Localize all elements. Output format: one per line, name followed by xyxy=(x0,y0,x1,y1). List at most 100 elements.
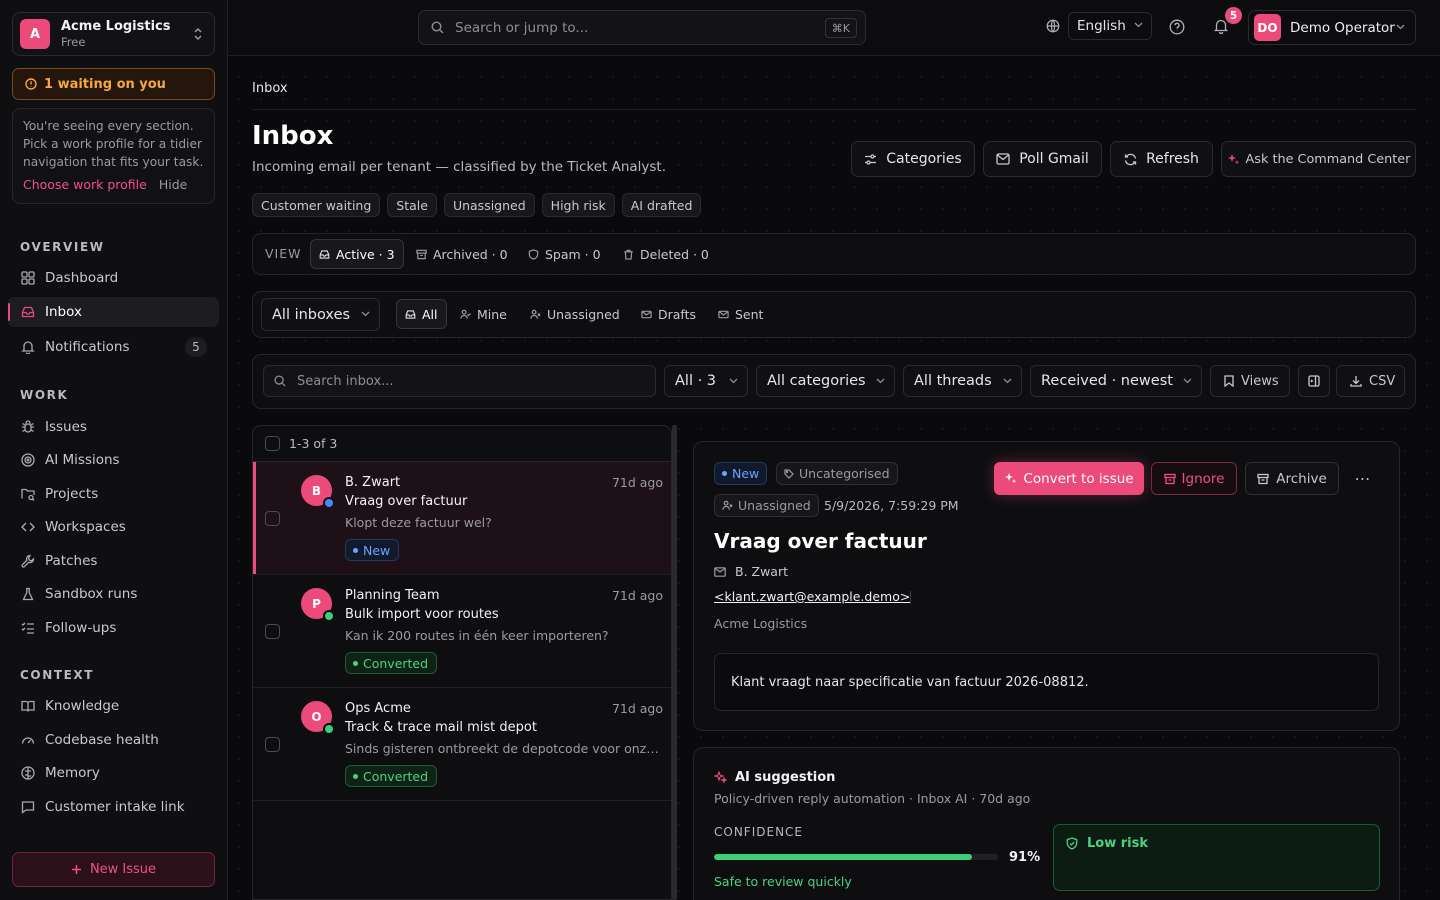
list-item[interactable]: B B. Zwart 71d ago Vraag over factuur Kl… xyxy=(253,462,671,575)
more-actions-icon[interactable]: ⋯ xyxy=(1346,462,1380,495)
tab-deleted[interactable]: Deleted · 0 xyxy=(615,239,717,269)
sidebar-item-notifications[interactable]: Notifications 5 xyxy=(8,332,219,362)
global-search-input[interactable]: Search or jump to... ⌘K xyxy=(418,10,866,45)
status-badge: Converted xyxy=(345,765,438,787)
chip-high-risk[interactable]: High risk xyxy=(541,193,615,217)
sidebar-item-memory[interactable]: Memory xyxy=(8,758,219,788)
tag-icon xyxy=(784,468,794,479)
chevron-down-icon xyxy=(876,378,885,384)
convert-to-issue-button[interactable]: Convert to issue xyxy=(994,462,1144,495)
thread-select[interactable]: All threads xyxy=(903,365,1022,397)
sidebar-item-label: Patches xyxy=(45,553,98,569)
sidebar-item-label: Customer intake link xyxy=(45,799,185,815)
tab-deleted-label: Deleted · 0 xyxy=(640,246,709,262)
categories-button[interactable]: Categories xyxy=(851,141,975,177)
choose-work-profile-link[interactable]: Choose work profile xyxy=(23,177,147,192)
sidebar-item-codebase-health[interactable]: Codebase health xyxy=(8,725,219,755)
sidebar-item-sandbox-runs[interactable]: Sandbox runs xyxy=(8,579,219,609)
breadcrumb[interactable]: Inbox xyxy=(252,81,288,96)
confidence-bar-fill xyxy=(714,854,973,860)
inbox-select[interactable]: All inboxes xyxy=(261,298,380,331)
message-title: Vraag over factuur xyxy=(714,529,927,553)
ignore-button[interactable]: Ignore xyxy=(1151,462,1237,495)
safe-note: Safe to review quickly xyxy=(714,874,852,889)
tab-drafts[interactable]: Drafts xyxy=(633,299,704,329)
sidebar-item-workspaces[interactable]: Workspaces xyxy=(8,512,219,542)
assignee-badge[interactable]: Unassigned xyxy=(714,494,819,517)
risk-label: Low risk xyxy=(1087,836,1149,851)
thread-select-value: All threads xyxy=(914,373,992,389)
sidebar-item-ai-missions[interactable]: AI Missions xyxy=(8,445,219,475)
inbox-icon xyxy=(405,309,416,320)
new-issue-button[interactable]: New Issue xyxy=(12,852,215,887)
risk-title: Low risk xyxy=(1066,836,1148,851)
page-subtitle: Incoming email per tenant — classified b… xyxy=(252,159,667,175)
chip-unassigned[interactable]: Unassigned xyxy=(443,193,535,217)
help-circle-icon[interactable] xyxy=(1169,19,1185,35)
page-title: Inbox xyxy=(252,121,334,151)
list-item[interactable]: P Planning Team 71d ago Bulk import voor… xyxy=(253,575,671,688)
archive-button[interactable]: Archive xyxy=(1245,462,1339,495)
chip-customer-waiting[interactable]: Customer waiting xyxy=(252,193,381,217)
user-menu[interactable]: DO Demo Operator xyxy=(1248,10,1416,45)
sidebar-item-dashboard[interactable]: Dashboard xyxy=(8,263,219,293)
sort-select[interactable]: Received · newest xyxy=(1030,365,1202,397)
csv-export-button[interactable]: CSV xyxy=(1336,365,1405,397)
sidebar-item-label: Sandbox runs xyxy=(45,586,138,602)
poll-gmail-button[interactable]: Poll Gmail xyxy=(983,141,1102,177)
list-checks-icon xyxy=(20,621,36,635)
views-button[interactable]: Views xyxy=(1210,365,1290,397)
tab-archived[interactable]: Archived · 0 xyxy=(408,239,516,269)
sidebar-item-inbox[interactable]: Inbox xyxy=(8,297,219,327)
inbox-search-input[interactable]: Search inbox... xyxy=(263,365,656,397)
sidebar-item-customer-intake-link[interactable]: Customer intake link xyxy=(8,792,219,822)
subject: Track & trace mail mist depot xyxy=(345,720,537,735)
ask-command-center-button[interactable]: Ask the Command Center xyxy=(1221,141,1416,177)
status-dot xyxy=(323,723,335,735)
waiting-alert[interactable]: 1 waiting on you xyxy=(12,68,215,100)
global-search-placeholder: Search or jump to... xyxy=(455,19,589,36)
refresh-button[interactable]: Refresh xyxy=(1110,141,1213,177)
csv-label: CSV xyxy=(1369,373,1396,389)
status-badge-label: New xyxy=(363,542,391,558)
grid-icon xyxy=(20,271,36,285)
sidebar-item-issues[interactable]: Issues xyxy=(8,412,219,442)
sidebar-item-patches[interactable]: Patches xyxy=(8,546,219,576)
sidebar-item-projects[interactable]: Projects xyxy=(8,479,219,509)
sender-email-link[interactable]: <klant.zwart@example.demo> xyxy=(714,589,910,604)
hide-link[interactable]: Hide xyxy=(159,177,188,192)
row-checkbox[interactable] xyxy=(265,511,280,526)
sidebar-item-knowledge[interactable]: Knowledge xyxy=(8,691,219,721)
inbox-select-value: All inboxes xyxy=(272,306,351,323)
chip-ai-drafted[interactable]: AI drafted xyxy=(621,193,702,217)
wrench-icon xyxy=(20,554,36,568)
tab-active[interactable]: Active · 3 xyxy=(310,239,404,269)
chip-stale[interactable]: Stale xyxy=(387,193,437,217)
tab-mine[interactable]: Mine xyxy=(452,299,515,329)
category-badge[interactable]: Uncategorised xyxy=(776,462,898,485)
sidebar-item-label: Inbox xyxy=(45,304,82,320)
new-issue-label: New Issue xyxy=(89,862,157,877)
tab-unassigned[interactable]: Unassigned xyxy=(522,299,628,329)
globe-icon xyxy=(1046,19,1060,33)
category-select[interactable]: All categories xyxy=(756,365,895,397)
scrollbar[interactable] xyxy=(672,425,677,900)
tab-all[interactable]: All xyxy=(396,299,447,329)
row-checkbox[interactable] xyxy=(265,624,280,639)
row-checkbox[interactable] xyxy=(265,737,280,752)
sidebar-item-label: Follow-ups xyxy=(45,620,117,636)
code-icon xyxy=(20,520,36,534)
list-header: 1-3 of 3 xyxy=(253,426,671,462)
org-switcher[interactable]: A Acme Logistics Free xyxy=(12,12,215,56)
tab-sent-label: Sent xyxy=(735,306,764,322)
list-item[interactable]: O Ops Acme 71d ago Track & trace mail mi… xyxy=(253,688,671,801)
status-count-select[interactable]: All · 3 xyxy=(664,365,748,397)
toggle-panel-button[interactable] xyxy=(1298,365,1330,397)
tab-spam[interactable]: Spam · 0 xyxy=(520,239,609,269)
language-select[interactable]: English xyxy=(1068,12,1152,40)
inbox-toolbar: Search inbox... All · 3 All categories A… xyxy=(252,354,1416,409)
sliders-icon xyxy=(864,153,877,166)
select-all-checkbox[interactable] xyxy=(265,436,280,451)
sidebar-item-follow-ups[interactable]: Follow-ups xyxy=(8,613,219,643)
tab-sent[interactable]: Sent xyxy=(710,299,771,329)
